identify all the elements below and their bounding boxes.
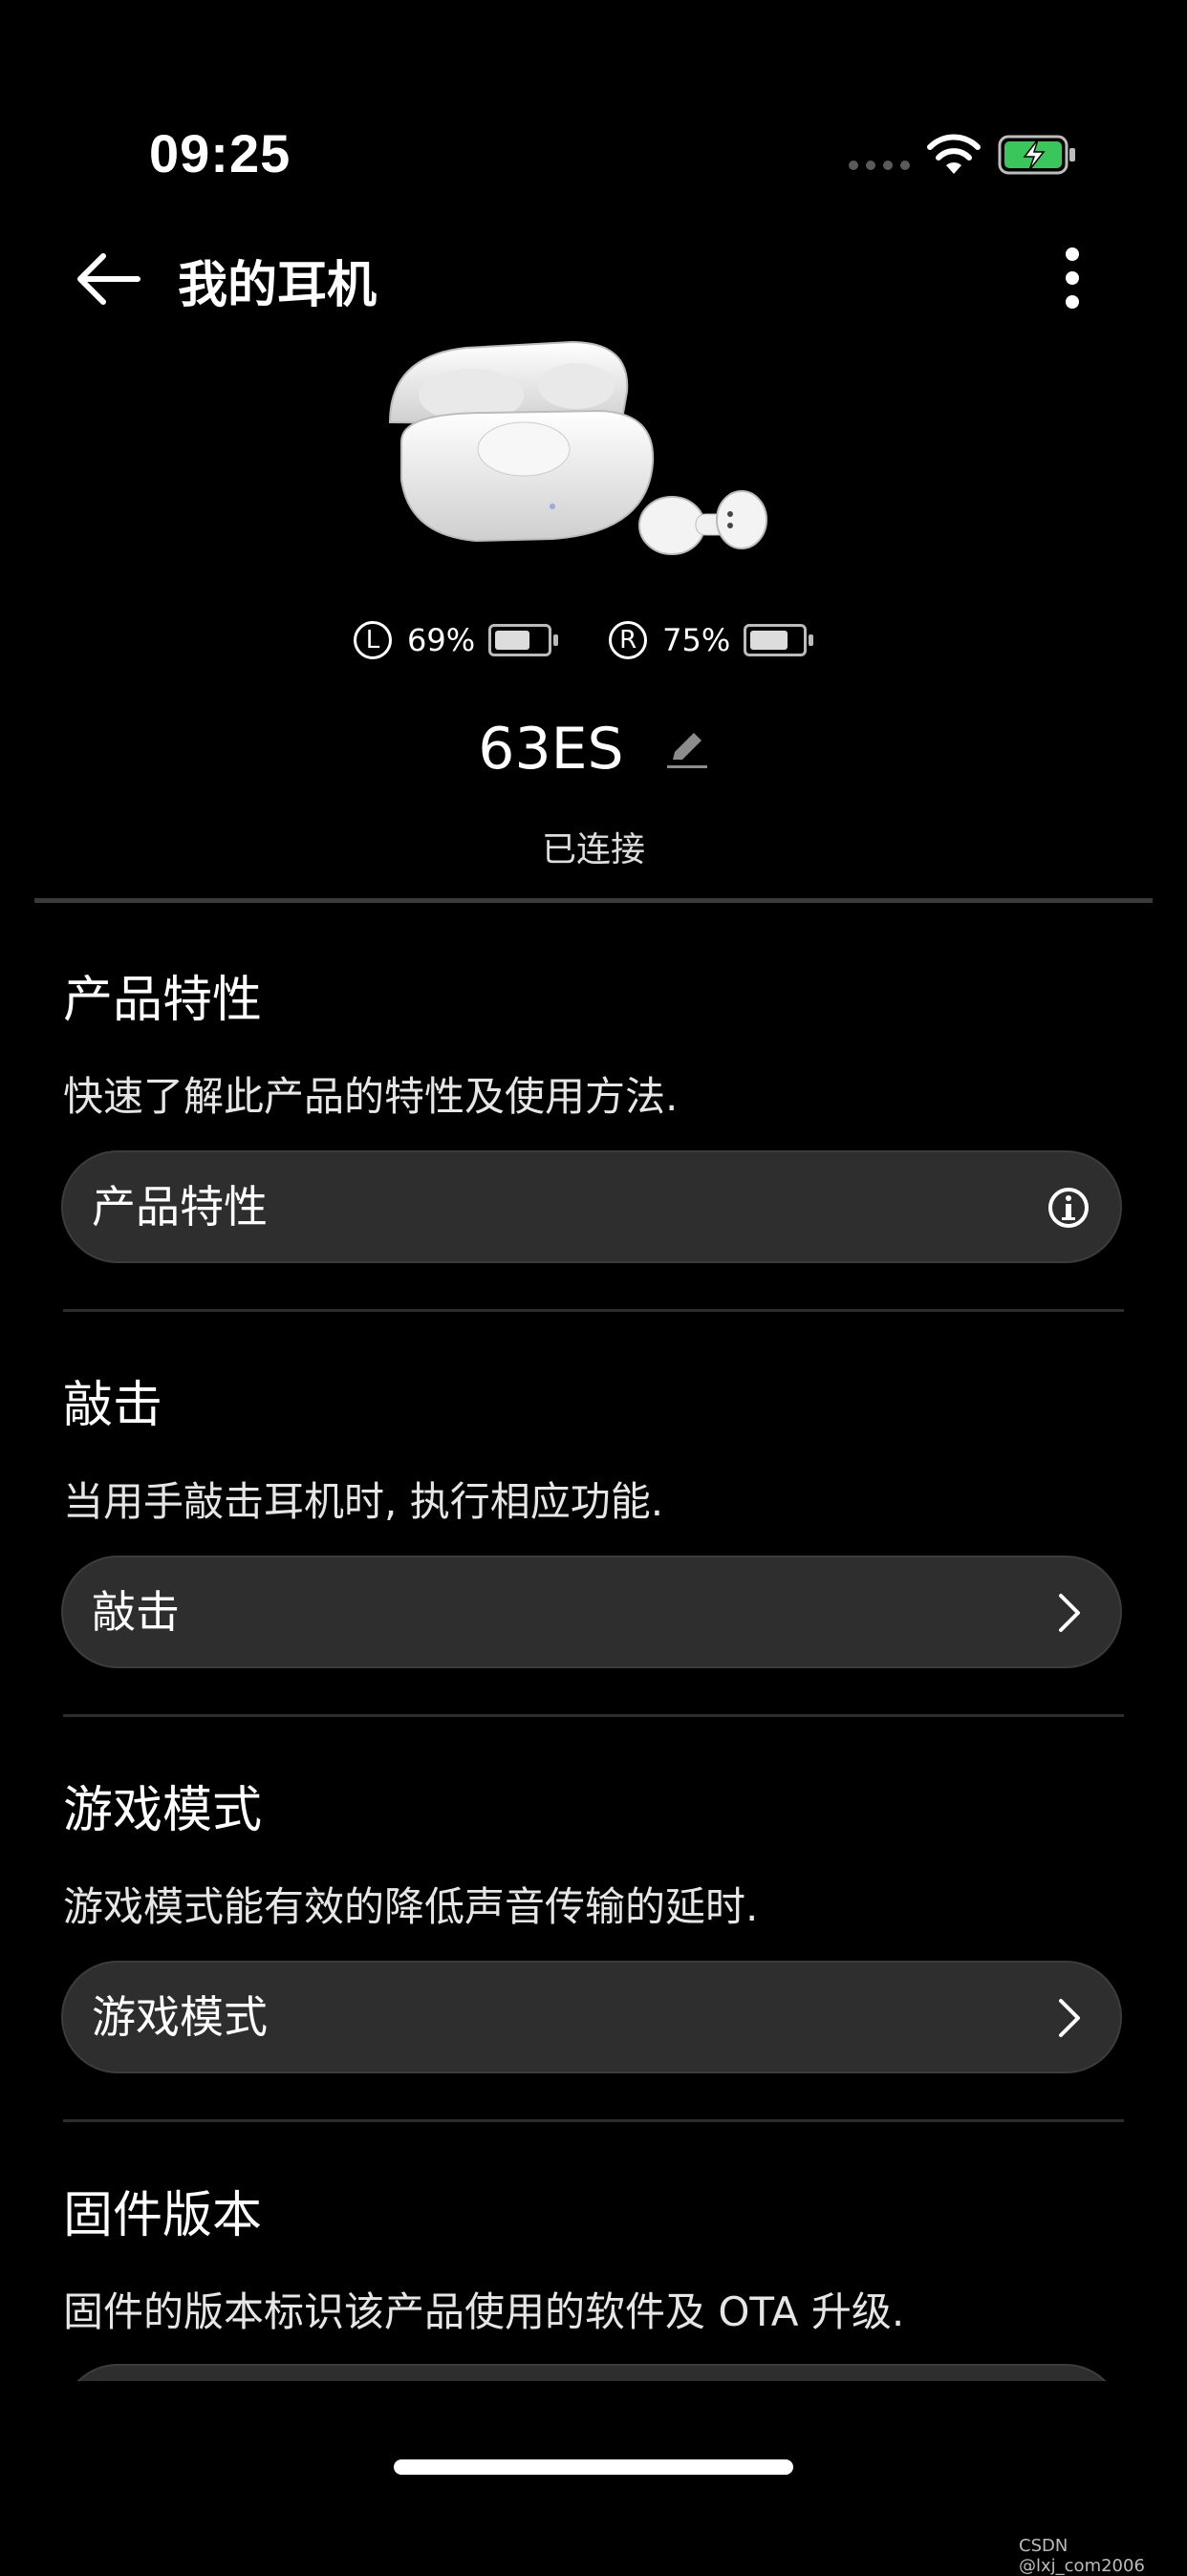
section-title-game-mode: 游戏模式	[63, 1782, 263, 1839]
info-icon	[1048, 1188, 1089, 1228]
watermark: CSDN @lxj_com2006	[1019, 2536, 1145, 2576]
status-time: 09:25	[149, 123, 291, 183]
section-title-firmware: 固件版本	[63, 2187, 263, 2244]
right-earbud-icon: R	[609, 621, 648, 659]
game-mode-button-label: 游戏模式	[92, 1991, 268, 2043]
left-battery-icon	[488, 624, 559, 656]
wifi-icon	[927, 134, 981, 174]
divider	[63, 1309, 1124, 1312]
right-battery-percent: 75%	[662, 622, 731, 658]
chevron-right-icon	[1059, 1594, 1080, 1632]
section-desc-features: 快速了解此产品的特性及使用方法.	[63, 1073, 679, 1120]
left-battery-percent: 69%	[407, 622, 476, 658]
section-desc-game-mode: 游戏模式能有效的降低声音传输的延时.	[63, 1883, 759, 1930]
back-arrow-icon[interactable]	[75, 250, 141, 308]
features-button-label: 产品特性	[92, 1181, 268, 1233]
features-button[interactable]: 产品特性	[61, 1150, 1122, 1263]
cellular-signal-icon	[849, 161, 910, 172]
game-mode-button[interactable]: 游戏模式	[61, 1961, 1122, 2073]
left-earbud-icon: L	[354, 621, 392, 659]
section-title-tap: 敲击	[63, 1377, 163, 1434]
divider	[63, 2119, 1124, 2122]
page-title: 我的耳机	[178, 257, 378, 314]
chevron-right-icon	[1059, 1999, 1080, 2037]
firmware-button-partial[interactable]	[61, 2364, 1122, 2381]
device-name: 63ES	[478, 716, 624, 784]
home-indicator[interactable]	[394, 2459, 793, 2475]
tap-button-label: 敲击	[92, 1586, 180, 1638]
divider	[63, 1714, 1124, 1717]
edit-pencil-icon[interactable]	[665, 727, 709, 771]
connection-status: 已连接	[541, 830, 645, 869]
divider	[34, 898, 1153, 903]
earbuds-product-image	[388, 340, 767, 555]
charging-battery-icon	[998, 135, 1075, 175]
section-title-features: 产品特性	[63, 972, 263, 1029]
section-desc-tap: 当用手敲击耳机时, 执行相应功能.	[63, 1478, 664, 1525]
more-options-icon[interactable]	[1051, 245, 1093, 311]
tap-button[interactable]: 敲击	[61, 1556, 1122, 1668]
right-battery-icon	[744, 624, 814, 656]
section-desc-firmware: 固件的版本标识该产品使用的软件及 OTA 升级.	[63, 2288, 905, 2335]
earbud-battery-row: L 69% R 75%	[354, 613, 864, 667]
device-name-row: 63ES	[0, 713, 1187, 783]
